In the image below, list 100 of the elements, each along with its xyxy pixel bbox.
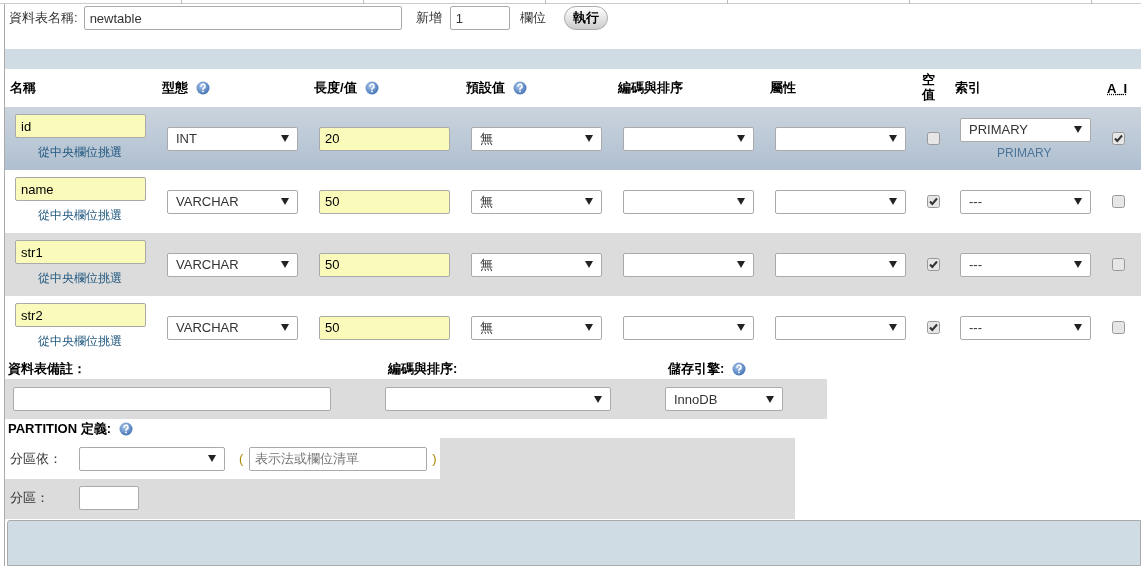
index-dropdown[interactable]: --- (960, 189, 1091, 214)
caret-icon (737, 324, 745, 331)
parenthesis: ( (239, 451, 244, 466)
help-icon[interactable] (732, 362, 747, 376)
column-header: 編碼與排序 (618, 80, 683, 95)
checkbox[interactable] (1112, 195, 1125, 208)
go-button[interactable]: 執行 (563, 6, 608, 30)
default-dropdown[interactable]: 無 (471, 315, 602, 340)
caret-icon (889, 198, 897, 205)
type-dropdown[interactable]: VARCHAR (167, 315, 298, 340)
parenthesis: ) (432, 451, 437, 466)
index-dropdown[interactable]: --- (960, 315, 1091, 340)
caret-icon (585, 324, 593, 331)
collation-dropdown[interactable] (623, 315, 754, 340)
central-columns-link[interactable]: 從中央欄位挑選 (38, 207, 122, 224)
collation-label: 編碼與排序: (388, 360, 458, 378)
caret-icon (889, 324, 897, 331)
field-row[interactable]: str1 從中央欄位挑選 VARCHAR 50 無 --- (5, 233, 1141, 296)
caret-icon (889, 135, 897, 142)
caret-icon (281, 135, 289, 142)
caret-icon (1074, 126, 1082, 133)
caret-icon (889, 261, 897, 268)
table-comment-label: 資料表備註： (8, 360, 86, 378)
partition-label: PARTITION 定義: (8, 419, 112, 438)
help-icon[interactable] (513, 81, 527, 95)
caret-icon (1074, 198, 1082, 205)
type-dropdown[interactable]: VARCHAR (167, 189, 298, 214)
default-dropdown[interactable]: 無 (471, 189, 602, 214)
checkbox[interactable] (1112, 258, 1125, 271)
expression-input[interactable]: 表示法或欄位清單 (249, 446, 428, 471)
field-row[interactable]: id 從中央欄位挑選 INT 20 無 PRIMARY PRIMARY (5, 107, 1141, 170)
central-columns-link[interactable]: 從中央欄位挑選 (38, 333, 122, 350)
collation-dropdown[interactable] (385, 387, 611, 411)
add-label: 新增 (415, 9, 442, 27)
column-header: 空值 (922, 73, 935, 103)
storage-engine-label: 儲存引擎: (668, 360, 725, 378)
index-dropdown[interactable]: PRIMARY (960, 117, 1091, 142)
default-dropdown[interactable]: 無 (471, 126, 602, 151)
index-dropdown[interactable]: --- (960, 252, 1091, 277)
checkbox[interactable] (1112, 321, 1125, 334)
length-input[interactable]: 50 (319, 189, 450, 214)
table-name-input[interactable]: newtable (83, 6, 402, 30)
field-row[interactable]: str2 從中央欄位挑選 VARCHAR 50 無 --- (5, 296, 1141, 359)
collation-dropdown[interactable] (623, 189, 754, 214)
caret-icon (585, 198, 593, 205)
name-input[interactable]: name (15, 177, 146, 201)
column-header: 名稱 (10, 80, 36, 95)
index-note: PRIMARY (997, 145, 1052, 160)
collation-dropdown[interactable] (623, 252, 754, 277)
attribute-dropdown[interactable] (775, 189, 906, 214)
column-header: 長度/值 (314, 80, 357, 95)
caret-icon (281, 261, 289, 268)
default-dropdown[interactable]: 無 (471, 252, 602, 277)
length-input[interactable]: 20 (319, 126, 450, 151)
checkbox[interactable] (927, 321, 940, 334)
central-columns-link[interactable]: 從中央欄位挑選 (38, 144, 122, 161)
caret-icon (594, 395, 602, 403)
table-name-label: 資料表名稱: (9, 9, 78, 27)
partition-by-label: 分區依： (10, 449, 63, 468)
partition-by-dropdown[interactable] (79, 446, 225, 471)
caret-icon (208, 455, 216, 462)
storage-engine-dropdown[interactable]: InnoDB (665, 387, 783, 411)
partitions-label: 分區： (10, 489, 50, 507)
collation-dropdown[interactable] (623, 126, 754, 151)
checkbox[interactable] (1112, 132, 1125, 145)
caret-icon (1074, 324, 1082, 331)
length-input[interactable]: 50 (319, 315, 450, 340)
add-count-input[interactable]: 1 (449, 6, 510, 30)
column-header: 索引 (955, 80, 981, 95)
caret-icon (1074, 261, 1082, 268)
caret-icon (585, 261, 593, 268)
name-input[interactable]: id (15, 114, 146, 138)
column-header: 預設值 (466, 80, 505, 95)
caret-icon (766, 395, 774, 403)
caret-icon (585, 135, 593, 142)
help-icon[interactable] (364, 81, 379, 95)
caret-icon (281, 198, 289, 205)
column-header: 屬性 (770, 80, 796, 95)
attribute-dropdown[interactable] (775, 126, 906, 151)
type-dropdown[interactable]: VARCHAR (167, 252, 298, 277)
attribute-dropdown[interactable] (775, 252, 906, 277)
partitions-input[interactable] (79, 486, 139, 510)
attribute-dropdown[interactable] (775, 315, 906, 340)
caret-icon (737, 198, 745, 205)
name-input[interactable]: str1 (15, 240, 146, 264)
column-header: A_I (1107, 80, 1128, 96)
name-input[interactable]: str2 (15, 303, 146, 327)
caret-icon (281, 324, 289, 331)
help-icon[interactable] (196, 81, 210, 95)
type-dropdown[interactable]: INT (167, 126, 298, 151)
checkbox[interactable] (927, 132, 940, 145)
caret-icon (737, 135, 745, 142)
table-comment-input[interactable] (13, 387, 331, 411)
central-columns-link[interactable]: 從中央欄位挑選 (38, 270, 122, 287)
length-input[interactable]: 50 (319, 252, 450, 277)
checkbox[interactable] (927, 195, 940, 208)
help-icon[interactable] (119, 421, 134, 436)
field-row[interactable]: name 從中央欄位挑選 VARCHAR 50 無 --- (5, 170, 1141, 233)
column-header: 型態 (162, 80, 188, 95)
checkbox[interactable] (927, 258, 940, 271)
